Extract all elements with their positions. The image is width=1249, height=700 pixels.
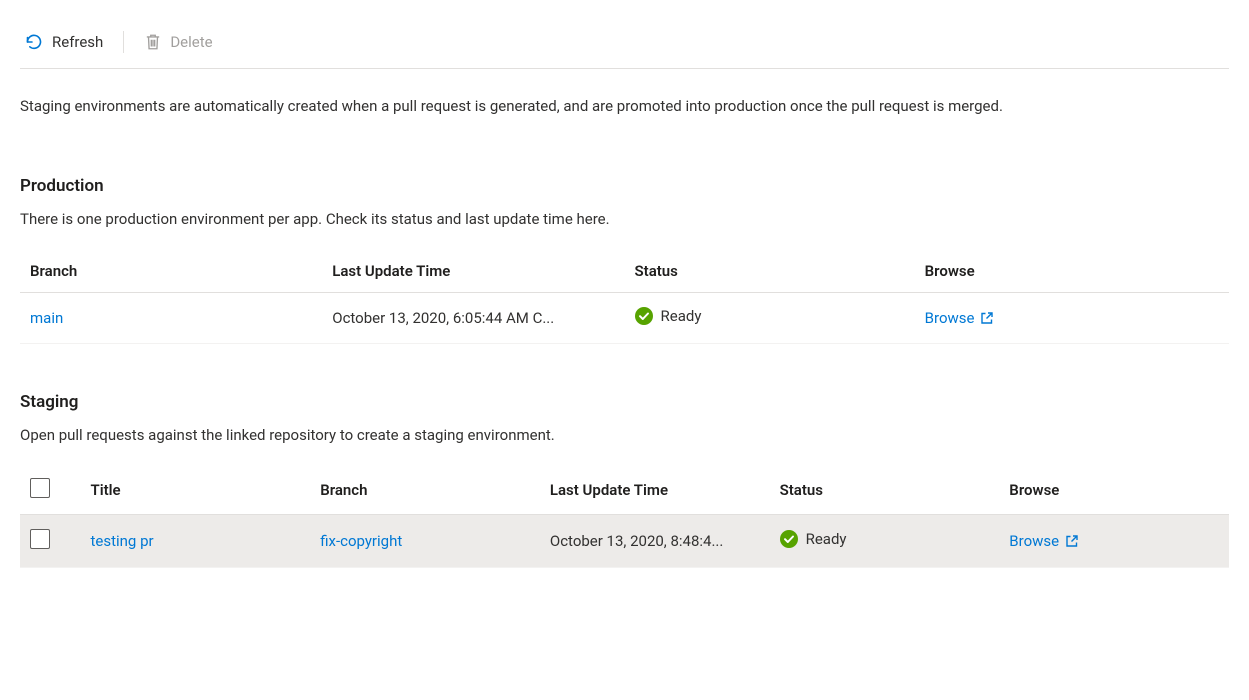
- refresh-icon: [24, 32, 44, 52]
- check-circle-icon: [635, 307, 653, 325]
- production-table: Branch Last Update Time Status Browse ma…: [20, 250, 1229, 344]
- external-link-icon: [980, 311, 994, 325]
- staging-browse-link[interactable]: Browse: [1009, 532, 1079, 550]
- check-circle-icon: [780, 530, 798, 548]
- refresh-label: Refresh: [52, 33, 103, 51]
- production-browse-text: Browse: [925, 309, 975, 327]
- production-col-branch[interactable]: Branch: [20, 250, 322, 293]
- delete-button[interactable]: Delete: [140, 31, 216, 53]
- production-col-status[interactable]: Status: [625, 250, 915, 293]
- delete-label: Delete: [170, 33, 212, 51]
- staging-col-title[interactable]: Title: [80, 466, 310, 515]
- production-heading: Production: [20, 176, 1229, 196]
- staging-col-branch[interactable]: Branch: [310, 466, 540, 515]
- staging-table: Title Branch Last Update Time Status Bro…: [20, 466, 1229, 568]
- toolbar-divider: [123, 31, 124, 53]
- production-col-browse[interactable]: Browse: [915, 250, 1229, 293]
- production-last-update: October 13, 2020, 6:05:44 AM C...: [322, 292, 624, 343]
- staging-col-last-update[interactable]: Last Update Time: [540, 466, 770, 515]
- staging-last-update: October 13, 2020, 8:48:4...: [540, 514, 770, 567]
- row-checkbox[interactable]: [30, 529, 50, 549]
- intro-text: Staging environments are automatically c…: [20, 69, 1229, 128]
- staging-browse-text: Browse: [1009, 532, 1059, 550]
- staging-col-browse[interactable]: Browse: [999, 466, 1229, 515]
- production-browse-link[interactable]: Browse: [925, 309, 995, 327]
- production-status: Ready: [635, 307, 702, 325]
- production-branch-link[interactable]: main: [30, 309, 63, 327]
- refresh-button[interactable]: Refresh: [20, 30, 107, 54]
- staging-heading: Staging: [20, 392, 1229, 412]
- production-section: Production There is one production envir…: [20, 176, 1229, 344]
- table-row: main October 13, 2020, 6:05:44 AM C... R…: [20, 292, 1229, 343]
- production-status-text: Ready: [661, 307, 702, 325]
- toolbar: Refresh Delete: [20, 20, 1229, 69]
- staging-status-text: Ready: [806, 530, 847, 548]
- production-description: There is one production environment per …: [20, 210, 1229, 228]
- production-col-last-update[interactable]: Last Update Time: [322, 250, 624, 293]
- staging-col-checkbox: [20, 466, 80, 515]
- staging-section: Staging Open pull requests against the l…: [20, 392, 1229, 568]
- trash-icon: [144, 33, 162, 51]
- external-link-icon: [1065, 534, 1079, 548]
- select-all-checkbox[interactable]: [30, 478, 50, 498]
- staging-branch-link[interactable]: fix-copyright: [320, 532, 402, 550]
- staging-status: Ready: [780, 530, 847, 548]
- staging-description: Open pull requests against the linked re…: [20, 426, 1229, 444]
- table-row: testing pr fix-copyright October 13, 202…: [20, 514, 1229, 567]
- staging-col-status[interactable]: Status: [770, 466, 1000, 515]
- staging-title-link[interactable]: testing pr: [90, 532, 153, 550]
